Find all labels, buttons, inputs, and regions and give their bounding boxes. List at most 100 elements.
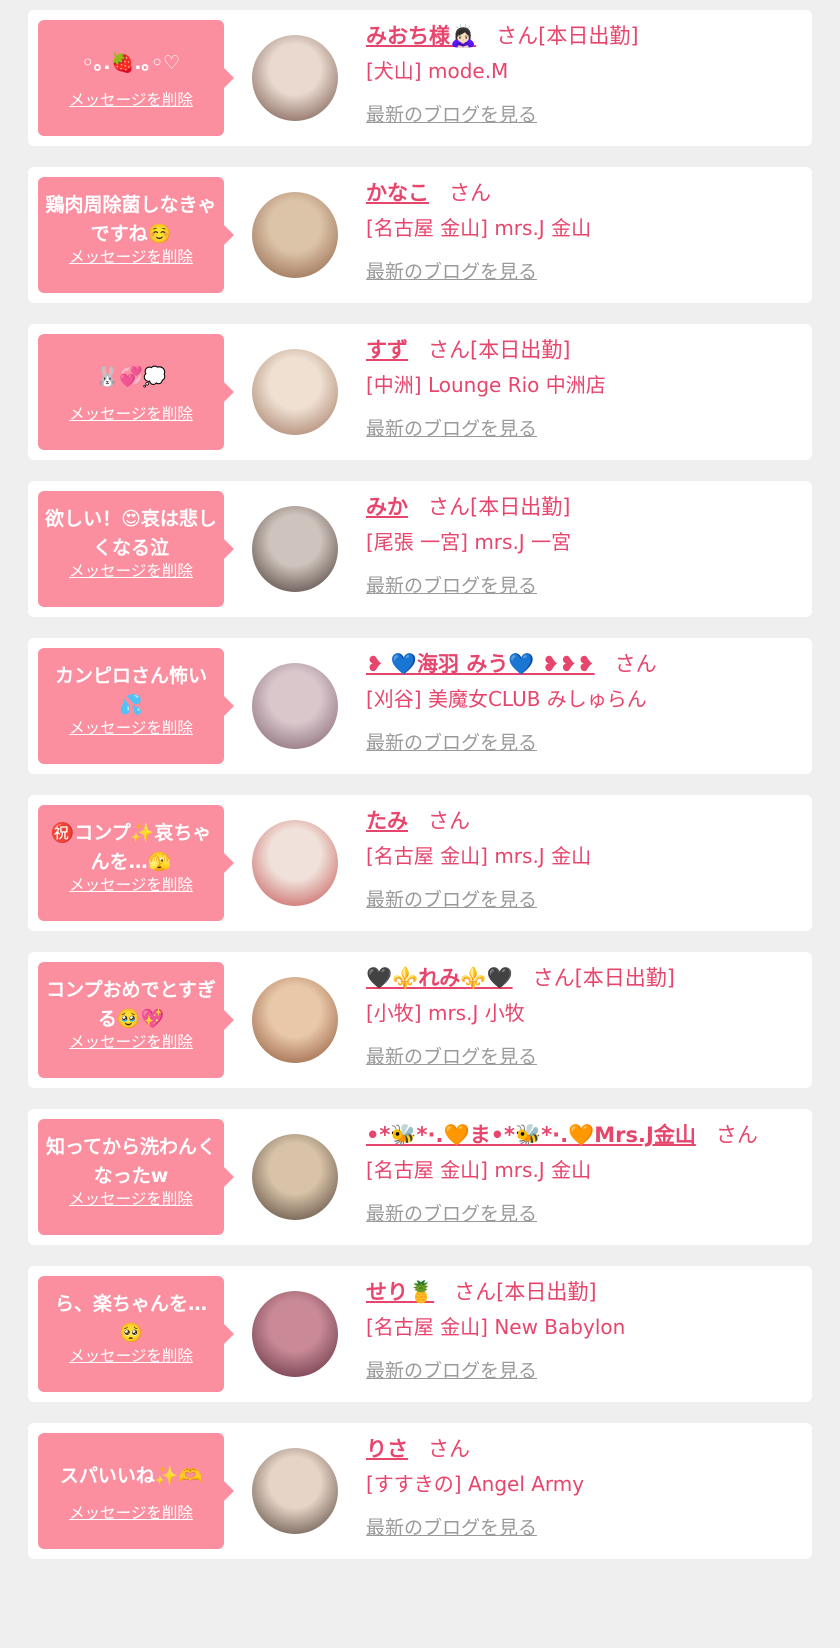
message-text: カンピロさん怖い💦: [54, 665, 207, 716]
duty-status: [本日出勤]: [470, 338, 571, 362]
message-bubble: 鶏肉周除菌しなきゃですね☺️ メッセージを削除: [38, 177, 234, 293]
honorific: さん: [428, 495, 470, 519]
latest-blog-link[interactable]: 最新のブログを見る: [366, 257, 537, 287]
profile-name-link[interactable]: かなこ: [366, 181, 429, 205]
shop-name: mode.M: [427, 59, 509, 83]
profile-info: りさ さん [すすきの] Angel Army 最新のブログを見る: [366, 1433, 804, 1543]
avatar[interactable]: [252, 977, 338, 1063]
profile-name-link[interactable]: みか: [366, 495, 408, 519]
message-bubble: カンピロさん怖い💦 メッセージを削除: [38, 648, 234, 764]
profile-name-link[interactable]: すず: [366, 338, 408, 362]
profile-info: •*🐝*·.🧡ま•*🐝*·.🧡Mrs.J金山 さん [名古屋 金山] mrs.J …: [366, 1119, 804, 1229]
profile-info: 🖤⚜️れみ⚜️🖤 さん[本日出勤] [小牧] mrs.J 小牧 最新のブログを見る: [366, 962, 804, 1072]
message-text: スパいいね✨🫶: [59, 1464, 203, 1487]
profile-name-link[interactable]: 🖤⚜️れみ⚜️🖤: [366, 966, 513, 990]
list-item: ◦｡.🍓.｡◦♡ メッセージを削除 みおち様🙇🏻‍♀️ さん[本日出勤] [犬山]…: [28, 10, 812, 146]
list-item: ㊗️コンプ✨哀ちゃんを…🫣 メッセージを削除 たみ さん [名古屋 金山] mrs…: [28, 795, 812, 931]
delete-message-link[interactable]: メッセージを削除: [38, 559, 224, 581]
shop-line: [小牧] mrs.J 小牧: [366, 998, 804, 1028]
delete-message-link[interactable]: メッセージを削除: [38, 716, 224, 738]
profile-info: みおち様🙇🏻‍♀️ さん[本日出勤] [犬山] mode.M 最新のブログを見る: [366, 20, 804, 130]
avatar[interactable]: [252, 1134, 338, 1220]
avatar[interactable]: [252, 1448, 338, 1534]
avatar[interactable]: [252, 663, 338, 749]
shop-name: 美魔女CLUB みしゅらん: [427, 687, 647, 711]
message-bubble: ㊗️コンプ✨哀ちゃんを…🫣 メッセージを削除: [38, 805, 234, 921]
message-bubble: ら、楽ちゃんを…🥺 メッセージを削除: [38, 1276, 234, 1392]
message-text: ◦｡.🍓.｡◦♡: [81, 51, 181, 74]
shop-name: mrs.J 金山: [494, 216, 592, 240]
delete-message-link[interactable]: メッセージを削除: [38, 1030, 224, 1052]
latest-blog-link[interactable]: 最新のブログを見る: [366, 885, 537, 915]
avatar[interactable]: [252, 35, 338, 121]
delete-message-link[interactable]: メッセージを削除: [38, 1187, 224, 1209]
delete-message-link[interactable]: メッセージを削除: [38, 88, 224, 110]
area-label: [犬山]: [366, 59, 422, 83]
delete-message-link[interactable]: メッセージを削除: [38, 1344, 224, 1366]
name-line: かなこ さん: [366, 177, 804, 209]
latest-blog-link[interactable]: 最新のブログを見る: [366, 1513, 537, 1543]
list-item: ら、楽ちゃんを…🥺 メッセージを削除 せり🍍 さん[本日出勤] [名古屋 金山] …: [28, 1266, 812, 1402]
delete-message-link[interactable]: メッセージを削除: [38, 873, 224, 895]
latest-blog-link[interactable]: 最新のブログを見る: [366, 1356, 537, 1386]
latest-blog-link[interactable]: 最新のブログを見る: [366, 100, 537, 130]
message-text: 🐰💞💭: [95, 365, 167, 388]
area-label: [刈谷]: [366, 687, 422, 711]
latest-blog-link[interactable]: 最新のブログを見る: [366, 414, 537, 444]
honorific: さん: [496, 24, 539, 48]
latest-blog-link[interactable]: 最新のブログを見る: [366, 1199, 537, 1229]
shop-line: [犬山] mode.M: [366, 56, 804, 86]
list-item: スパいいね✨🫶 メッセージを削除 りさ さん [すすきの] Angel Army …: [28, 1423, 812, 1559]
message-bubble: 🐰💞💭 メッセージを削除: [38, 334, 234, 450]
message-bubble: スパいいね✨🫶 メッセージを削除: [38, 1433, 234, 1549]
profile-name-link[interactable]: りさ: [366, 1437, 408, 1461]
latest-blog-link[interactable]: 最新のブログを見る: [366, 728, 537, 758]
delete-message-link[interactable]: メッセージを削除: [38, 1501, 224, 1523]
message-text: ら、楽ちゃんを…🥺: [54, 1293, 207, 1344]
honorific: さん: [449, 181, 491, 205]
list-item: 🐰💞💭 メッセージを削除 すず さん[本日出勤] [中洲] Lounge Rio …: [28, 324, 812, 460]
profile-info: せり🍍 さん[本日出勤] [名古屋 金山] New Babylon 最新のブログを…: [366, 1276, 804, 1386]
profile-name-link[interactable]: たみ: [366, 809, 408, 833]
name-line: せり🍍 さん[本日出勤]: [366, 1276, 804, 1308]
profile-name-link[interactable]: •*🐝*·.🧡ま•*🐝*·.🧡Mrs.J金山: [366, 1123, 696, 1147]
avatar[interactable]: [252, 1291, 338, 1377]
message-bubble: ◦｡.🍓.｡◦♡ メッセージを削除: [38, 20, 234, 136]
shop-line: [すすきの] Angel Army: [366, 1469, 804, 1499]
message-text: 鶏肉周除菌しなきゃですね☺️: [45, 194, 217, 245]
honorific: さん: [454, 1280, 497, 1304]
delete-message-link[interactable]: メッセージを削除: [38, 245, 224, 267]
name-line: みおち様🙇🏻‍♀️ さん[本日出勤]: [366, 20, 804, 52]
area-label: [すすきの]: [366, 1472, 462, 1496]
shop-line: [尾張 一宮] mrs.J 一宮: [366, 527, 804, 557]
profile-info: すず さん[本日出勤] [中洲] Lounge Rio 中洲店 最新のブログを見る: [366, 334, 804, 444]
list-item: 知ってから洗わんくなったw メッセージを削除 •*🐝*·.🧡ま•*🐝*·.🧡Mr…: [28, 1109, 812, 1245]
profile-name-link[interactable]: せり🍍: [366, 1280, 434, 1304]
duty-status: [本日出勤]: [574, 966, 675, 990]
area-label: [名古屋 金山]: [366, 1158, 488, 1182]
shop-line: [刈谷] 美魔女CLUB みしゅらん: [366, 684, 804, 714]
avatar[interactable]: [252, 192, 338, 278]
profile-info: みか さん[本日出勤] [尾張 一宮] mrs.J 一宮 最新のブログを見る: [366, 491, 804, 601]
shop-line: [名古屋 金山] mrs.J 金山: [366, 213, 804, 243]
name-line: 🖤⚜️れみ⚜️🖤 さん[本日出勤]: [366, 962, 804, 994]
avatar[interactable]: [252, 820, 338, 906]
list-item: カンピロさん怖い💦 メッセージを削除 ❥ 💙海羽 みう💙 ❥❥❥ さん [刈谷] …: [28, 638, 812, 774]
name-line: •*🐝*·.🧡ま•*🐝*·.🧡Mrs.J金山 さん: [366, 1119, 804, 1151]
shop-line: [中洲] Lounge Rio 中洲店: [366, 370, 804, 400]
delete-message-link[interactable]: メッセージを削除: [38, 402, 224, 424]
message-text: 知ってから洗わんくなったw: [45, 1136, 217, 1187]
profile-info: かなこ さん [名古屋 金山] mrs.J 金山 最新のブログを見る: [366, 177, 804, 287]
latest-blog-link[interactable]: 最新のブログを見る: [366, 1042, 537, 1072]
list-item: コンプおめでとすぎる🥹💖 メッセージを削除 🖤⚜️れみ⚜️🖤 さん[本日出勤] […: [28, 952, 812, 1088]
message-bubble: コンプおめでとすぎる🥹💖 メッセージを削除: [38, 962, 234, 1078]
avatar[interactable]: [252, 506, 338, 592]
avatar[interactable]: [252, 349, 338, 435]
profile-name-link[interactable]: ❥ 💙海羽 みう💙 ❥❥❥: [366, 652, 595, 676]
honorific: さん: [428, 1437, 470, 1461]
shop-name: New Babylon: [494, 1315, 626, 1339]
area-label: [名古屋 金山]: [366, 1315, 488, 1339]
latest-blog-link[interactable]: 最新のブログを見る: [366, 571, 537, 601]
profile-name-link[interactable]: みおち様🙇🏻‍♀️: [366, 24, 476, 48]
area-label: [尾張 一宮]: [366, 530, 468, 554]
